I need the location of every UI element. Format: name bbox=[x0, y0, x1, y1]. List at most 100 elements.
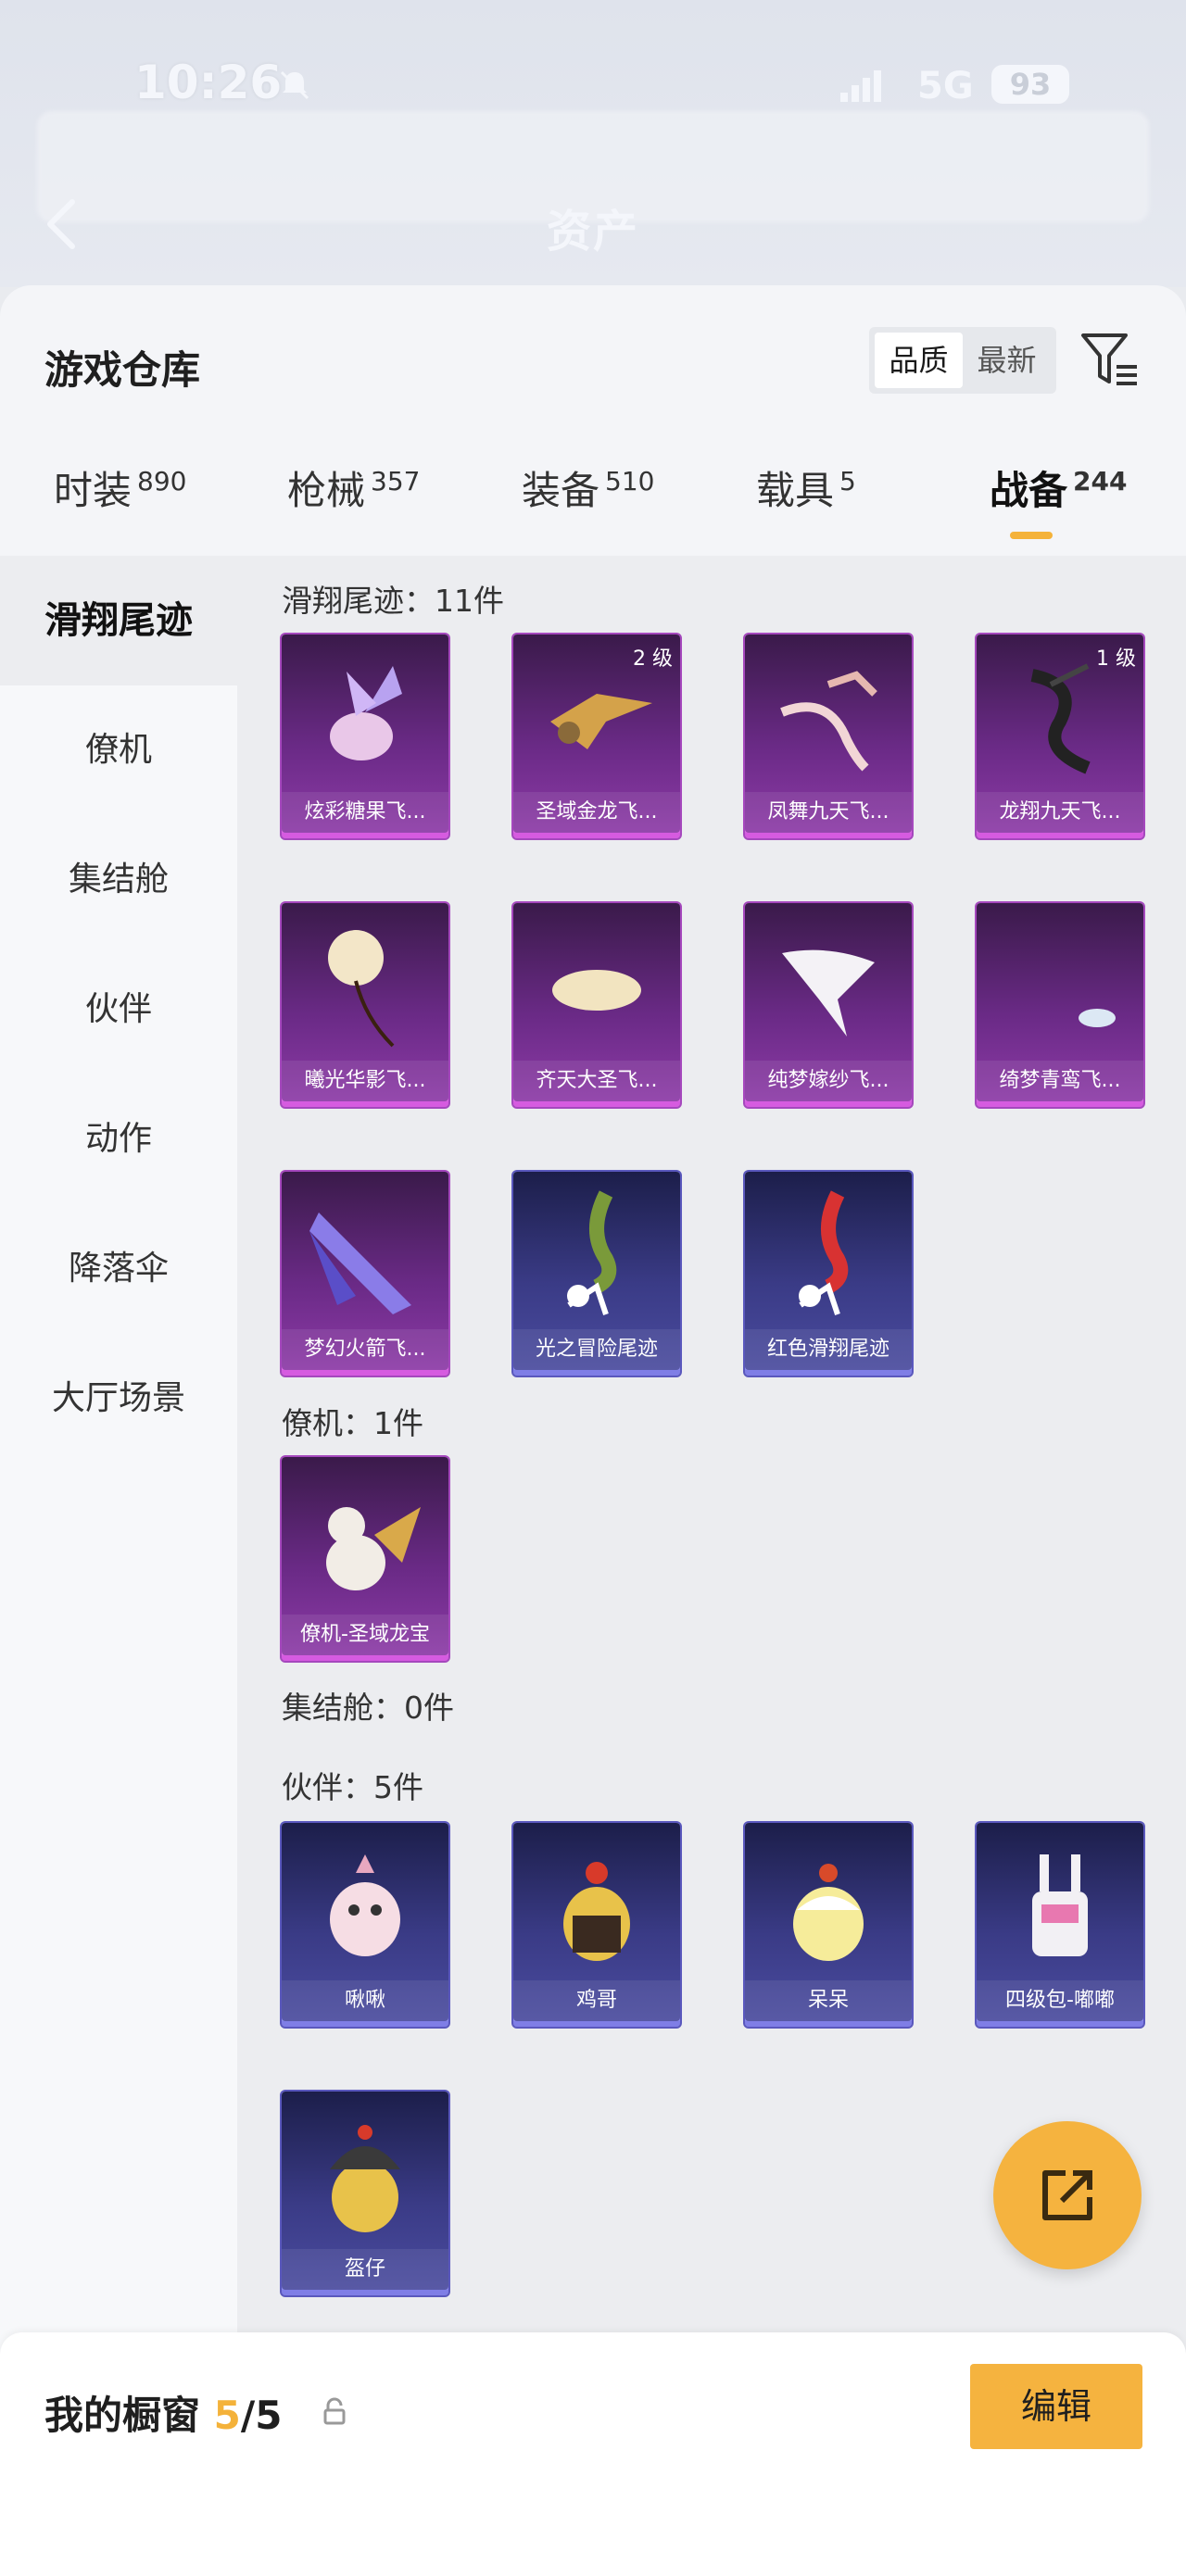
red-smoke-art bbox=[799, 1190, 849, 1315]
item-name: 纯梦嫁纱飞... bbox=[745, 1061, 912, 1101]
sort-toggle: 品质 最新 bbox=[869, 327, 1056, 394]
tab-count: 357 bbox=[371, 466, 421, 496]
section-title-rally-pod: 集结舱：0件 bbox=[282, 1690, 454, 1726]
item-card[interactable]: 鸡哥 bbox=[513, 1823, 680, 2027]
tab-count: 5 bbox=[839, 466, 856, 496]
section-title-partner: 伙伴：5件 bbox=[282, 1769, 423, 1805]
item-card[interactable]: 四级包-嘟嘟 bbox=[977, 1823, 1143, 2027]
moon-bird-art bbox=[1028, 935, 1116, 1027]
sidebar-item-partner[interactable]: 伙伴 bbox=[0, 945, 237, 1074]
item-name: 龙翔九天飞... bbox=[977, 792, 1143, 833]
battery-indicator: 93 bbox=[991, 65, 1069, 104]
green-smoke-art bbox=[567, 1190, 617, 1315]
item-name: 炫彩糖果飞... bbox=[282, 792, 448, 833]
edit-button[interactable]: 编辑 bbox=[970, 2364, 1142, 2449]
lock-icon[interactable] bbox=[322, 2397, 347, 2425]
tab-label: 装备 bbox=[522, 468, 600, 513]
phoenix-art bbox=[780, 671, 877, 772]
item-name: 光之冒险尾迹 bbox=[513, 1329, 680, 1370]
category-tabs: 时装 890 枪械 357 装备 510 载具 5 战备 244 bbox=[0, 459, 1186, 561]
item-card[interactable]: 2 级 圣域金龙飞... bbox=[513, 635, 680, 838]
tab-label: 战备 bbox=[990, 468, 1068, 513]
mute-bell-icon bbox=[280, 70, 309, 100]
wedding-veil-art bbox=[782, 949, 875, 1037]
tab-count: 890 bbox=[137, 466, 187, 496]
sidebar-item-parachute[interactable]: 降落伞 bbox=[0, 1204, 237, 1334]
tab-vehicles[interactable]: 载具 5 bbox=[756, 459, 856, 516]
item-card[interactable]: 齐天大圣飞... bbox=[513, 903, 680, 1107]
pink-bird-art bbox=[330, 1854, 400, 1956]
tab-label: 时装 bbox=[54, 468, 132, 513]
item-name: 曦光华影飞... bbox=[282, 1061, 448, 1101]
signal-icon bbox=[840, 70, 881, 102]
item-card[interactable]: 僚机-圣域龙宝 bbox=[282, 1457, 448, 1661]
item-name: 四级包-嘟嘟 bbox=[977, 1980, 1143, 2021]
item-card[interactable]: 绮梦青鸾飞... bbox=[977, 903, 1143, 1107]
tab-count: 244 bbox=[1073, 466, 1128, 496]
item-name: 凤舞九天飞... bbox=[745, 792, 912, 833]
item-name: 梦幻火箭飞... bbox=[282, 1329, 448, 1370]
sidebar-item-rally-pod[interactable]: 集结舱 bbox=[0, 815, 237, 945]
tab-combat-gear[interactable]: 战备 244 bbox=[990, 459, 1127, 516]
robot-bunny-art bbox=[1032, 1854, 1088, 1956]
rocket-glider-art bbox=[309, 1213, 411, 1314]
chick-art bbox=[793, 1864, 864, 1961]
rooster-art bbox=[563, 1862, 630, 1961]
sheet-title: 游戏仓库 bbox=[44, 347, 201, 393]
item-name: 圣域金龙飞... bbox=[513, 792, 680, 833]
item-card[interactable]: 啾啾 bbox=[282, 1823, 448, 2027]
showcase-bar: 我的橱窗 5/5 编辑 bbox=[0, 2332, 1186, 2576]
item-name: 齐天大圣飞... bbox=[513, 1061, 680, 1101]
filter-icon[interactable] bbox=[1079, 330, 1141, 391]
sidebar-item-glide-trail[interactable]: 滑翔尾迹 bbox=[0, 556, 237, 685]
showcase-total: /5 bbox=[240, 2393, 283, 2438]
tab-guns[interactable]: 枪械 357 bbox=[287, 459, 420, 516]
sidebar-item-lobby-scene[interactable]: 大厅场景 bbox=[0, 1334, 237, 1464]
top-header: 10:26 5G 93 资产 bbox=[0, 0, 1186, 287]
tab-equipment[interactable]: 装备 510 bbox=[522, 459, 654, 516]
item-card[interactable]: 红色滑翔尾迹 bbox=[745, 1172, 912, 1376]
item-name: 啾啾 bbox=[282, 1980, 448, 2021]
item-card[interactable]: 呆呆 bbox=[745, 1823, 912, 2027]
item-name: 呆呆 bbox=[745, 1980, 912, 2021]
item-card[interactable]: 盔仔 bbox=[282, 2092, 448, 2295]
tab-count: 510 bbox=[605, 466, 655, 496]
section-title-glide-trail: 滑翔尾迹：11件 bbox=[282, 583, 504, 619]
candy-glider-art bbox=[330, 666, 402, 760]
sort-quality-option[interactable]: 品质 bbox=[875, 333, 963, 388]
item-list: 滑翔尾迹：11件 炫彩糖果飞... 2 级 圣域金龙飞... 凤舞九天飞... … bbox=[237, 556, 1186, 2576]
item-name: 盔仔 bbox=[282, 2249, 448, 2290]
share-icon bbox=[1042, 2170, 1092, 2220]
section-title-wingman: 僚机：1件 bbox=[282, 1405, 423, 1441]
category-sidebar: 滑翔尾迹 僚机 集结舱 伙伴 动作 降落伞 大厅场景 bbox=[0, 556, 237, 2576]
item-card[interactable]: 1 级 龙翔九天飞... bbox=[977, 635, 1143, 838]
share-button[interactable] bbox=[993, 2121, 1142, 2269]
helmet-chick-art bbox=[330, 2125, 400, 2232]
item-card[interactable]: 曦光华影飞... bbox=[282, 903, 448, 1107]
chevron-left-icon[interactable] bbox=[41, 196, 82, 252]
cloud-art bbox=[552, 970, 641, 1011]
item-name: 僚机-圣域龙宝 bbox=[282, 1615, 448, 1655]
sidebar-item-action[interactable]: 动作 bbox=[0, 1074, 237, 1204]
showcase-count: 5 bbox=[213, 2393, 241, 2438]
item-card[interactable]: 光之冒险尾迹 bbox=[513, 1172, 680, 1376]
status-time: 10:26 bbox=[134, 56, 283, 109]
tab-fashion[interactable]: 时装 890 bbox=[54, 459, 186, 516]
network-label: 5G bbox=[917, 65, 974, 107]
item-card[interactable]: 炫彩糖果飞... bbox=[282, 635, 448, 838]
tab-label: 枪械 bbox=[287, 468, 366, 513]
black-dragon-art bbox=[1030, 663, 1091, 774]
active-tab-indicator bbox=[1010, 532, 1053, 539]
content-area: 滑翔尾迹 僚机 集结舱 伙伴 动作 降落伞 大厅场景 滑翔尾迹：11件 炫彩糖果… bbox=[0, 556, 1186, 2576]
item-name: 绮梦青鸾飞... bbox=[977, 1061, 1143, 1101]
sidebar-item-wingman[interactable]: 僚机 bbox=[0, 685, 237, 815]
sort-newest-option[interactable]: 最新 bbox=[963, 333, 1051, 388]
baby-dragon-art bbox=[326, 1507, 421, 1590]
showcase-title: 我的橱窗 bbox=[44, 2393, 201, 2438]
item-name: 红色滑翔尾迹 bbox=[745, 1329, 912, 1370]
showcase-label: 我的橱窗 5/5 bbox=[44, 2384, 282, 2441]
item-name: 鸡哥 bbox=[513, 1980, 680, 2021]
item-card[interactable]: 梦幻火箭飞... bbox=[282, 1172, 448, 1376]
item-card[interactable]: 凤舞九天飞... bbox=[745, 635, 912, 838]
item-card[interactable]: 纯梦嫁纱飞... bbox=[745, 903, 912, 1107]
